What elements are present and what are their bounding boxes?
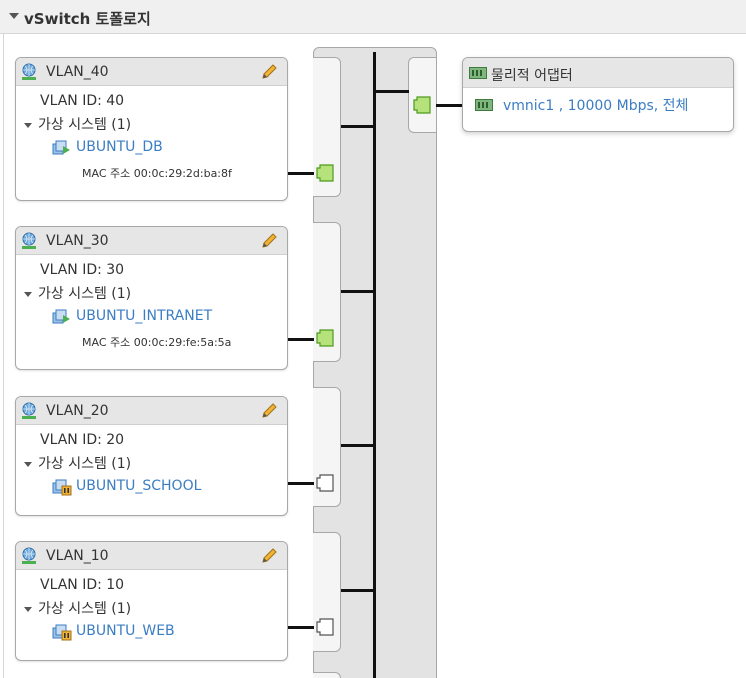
vm-group-toggle[interactable]: 가상 시스템 (1) (24, 453, 131, 473)
vm-suspended-icon (52, 624, 72, 641)
physical-adapters-card[interactable]: 물리적 어댑터 vmnic1 , 10000 Mbps, 전체 (462, 57, 734, 132)
port-group-card[interactable]: VLAN_30 VLAN ID: 30 가상 시스템 (1) UBUNTU_IN… (15, 226, 288, 370)
vm-group-label: 가상 시스템 (1) (38, 601, 132, 617)
vm-group-label: 가상 시스템 (1) (38, 286, 132, 302)
backbone-link-vlan-10 (341, 589, 375, 592)
network-globe-icon (22, 547, 36, 564)
vlan-id-label: VLAN ID: 30 (40, 262, 125, 278)
section-header[interactable]: vSwitch 토폴로지 (0, 0, 746, 34)
backbone-link-vlan-20 (341, 444, 375, 447)
link-vlan-30 (288, 338, 314, 341)
uplink-port-icon (413, 96, 431, 114)
backbone-link-vlan-40 (341, 125, 375, 128)
switch-backbone (373, 52, 376, 678)
vlan-id-label: VLAN ID: 40 (40, 93, 125, 109)
caret-down-icon (24, 461, 32, 467)
vm-link[interactable]: UBUNTU_WEB (76, 623, 175, 639)
port-group-header[interactable]: VLAN_40 (16, 58, 287, 86)
vm-powered-on-icon (52, 309, 70, 324)
vm-group-toggle[interactable]: 가상 시스템 (1) (24, 598, 131, 618)
collapse-toggle-icon[interactable] (9, 13, 19, 19)
port-group-tab-partial (313, 672, 341, 678)
network-globe-icon (22, 63, 36, 80)
port-group-header[interactable]: VLAN_20 (16, 397, 287, 425)
vm-link[interactable]: UBUNTU_DB (76, 139, 163, 155)
link-vlan-20 (288, 482, 314, 485)
nic-icon (469, 67, 487, 79)
backbone-link-uplink (375, 90, 409, 93)
network-globe-icon (22, 232, 36, 249)
port-group-name: VLAN_10 (46, 548, 109, 564)
vm-group-toggle[interactable]: 가상 시스템 (1) (24, 114, 131, 134)
port-group-card[interactable]: VLAN_40 VLAN ID: 40 가상 시스템 (1) UBUNTU_DB… (15, 57, 288, 201)
caret-down-icon (24, 291, 32, 297)
caret-down-icon (24, 122, 32, 128)
pencil-icon[interactable] (260, 232, 278, 250)
port-group-header[interactable]: VLAN_10 (16, 542, 287, 570)
port-group-name: VLAN_30 (46, 233, 109, 249)
link-uplink-adapter (436, 104, 463, 107)
pencil-icon[interactable] (260, 63, 278, 81)
link-vlan-40 (288, 172, 314, 175)
uplink-tab (408, 57, 436, 133)
physical-adapters-title: 물리적 어댑터 (491, 68, 573, 84)
port-connected-icon (316, 164, 334, 182)
network-globe-icon (22, 402, 36, 419)
physical-adapters-header: 물리적 어댑터 (463, 58, 733, 88)
vswitch-topology-panel: vSwitch 토폴로지 VLAN_40 VLAN ID: 40 가상 시스템 … (0, 0, 746, 678)
vm-group-toggle[interactable]: 가상 시스템 (1) (24, 283, 131, 303)
vm-link[interactable]: UBUNTU_INTRANET (76, 308, 212, 324)
caret-down-icon (24, 606, 32, 612)
pencil-icon[interactable] (260, 402, 278, 420)
port-connected-icon (316, 329, 334, 347)
port-group-name: VLAN_40 (46, 64, 109, 80)
vlan-id-label: VLAN ID: 10 (40, 577, 125, 593)
vm-suspended-icon (52, 479, 72, 496)
port-group-header[interactable]: VLAN_30 (16, 227, 287, 255)
vm-link[interactable]: UBUNTU_SCHOOL (76, 478, 201, 494)
nic-icon (475, 99, 493, 111)
port-group-card[interactable]: VLAN_10 VLAN ID: 10 가상 시스템 (1) UBUNTU_WE… (15, 541, 288, 661)
port-disconnected-icon (316, 474, 334, 492)
backbone-link-vlan-30 (341, 290, 375, 293)
port-disconnected-icon (316, 618, 334, 636)
vm-powered-on-icon (52, 140, 70, 155)
mac-address: MAC 주소 00:0c:29:2d:ba:8f (82, 167, 232, 180)
adapter-link[interactable]: vmnic1 , 10000 Mbps, 전체 (503, 95, 688, 115)
vm-group-label: 가상 시스템 (1) (38, 456, 132, 472)
port-group-name: VLAN_20 (46, 403, 109, 419)
section-title: vSwitch 토폴로지 (24, 10, 151, 28)
pencil-icon[interactable] (260, 547, 278, 565)
link-vlan-10 (288, 626, 314, 629)
mac-address: MAC 주소 00:0c:29:fe:5a:5a (82, 336, 232, 349)
vm-group-label: 가상 시스템 (1) (38, 117, 132, 133)
port-group-card[interactable]: VLAN_20 VLAN ID: 20 가상 시스템 (1) UBUNTU_SC… (15, 396, 288, 516)
vlan-id-label: VLAN ID: 20 (40, 432, 125, 448)
